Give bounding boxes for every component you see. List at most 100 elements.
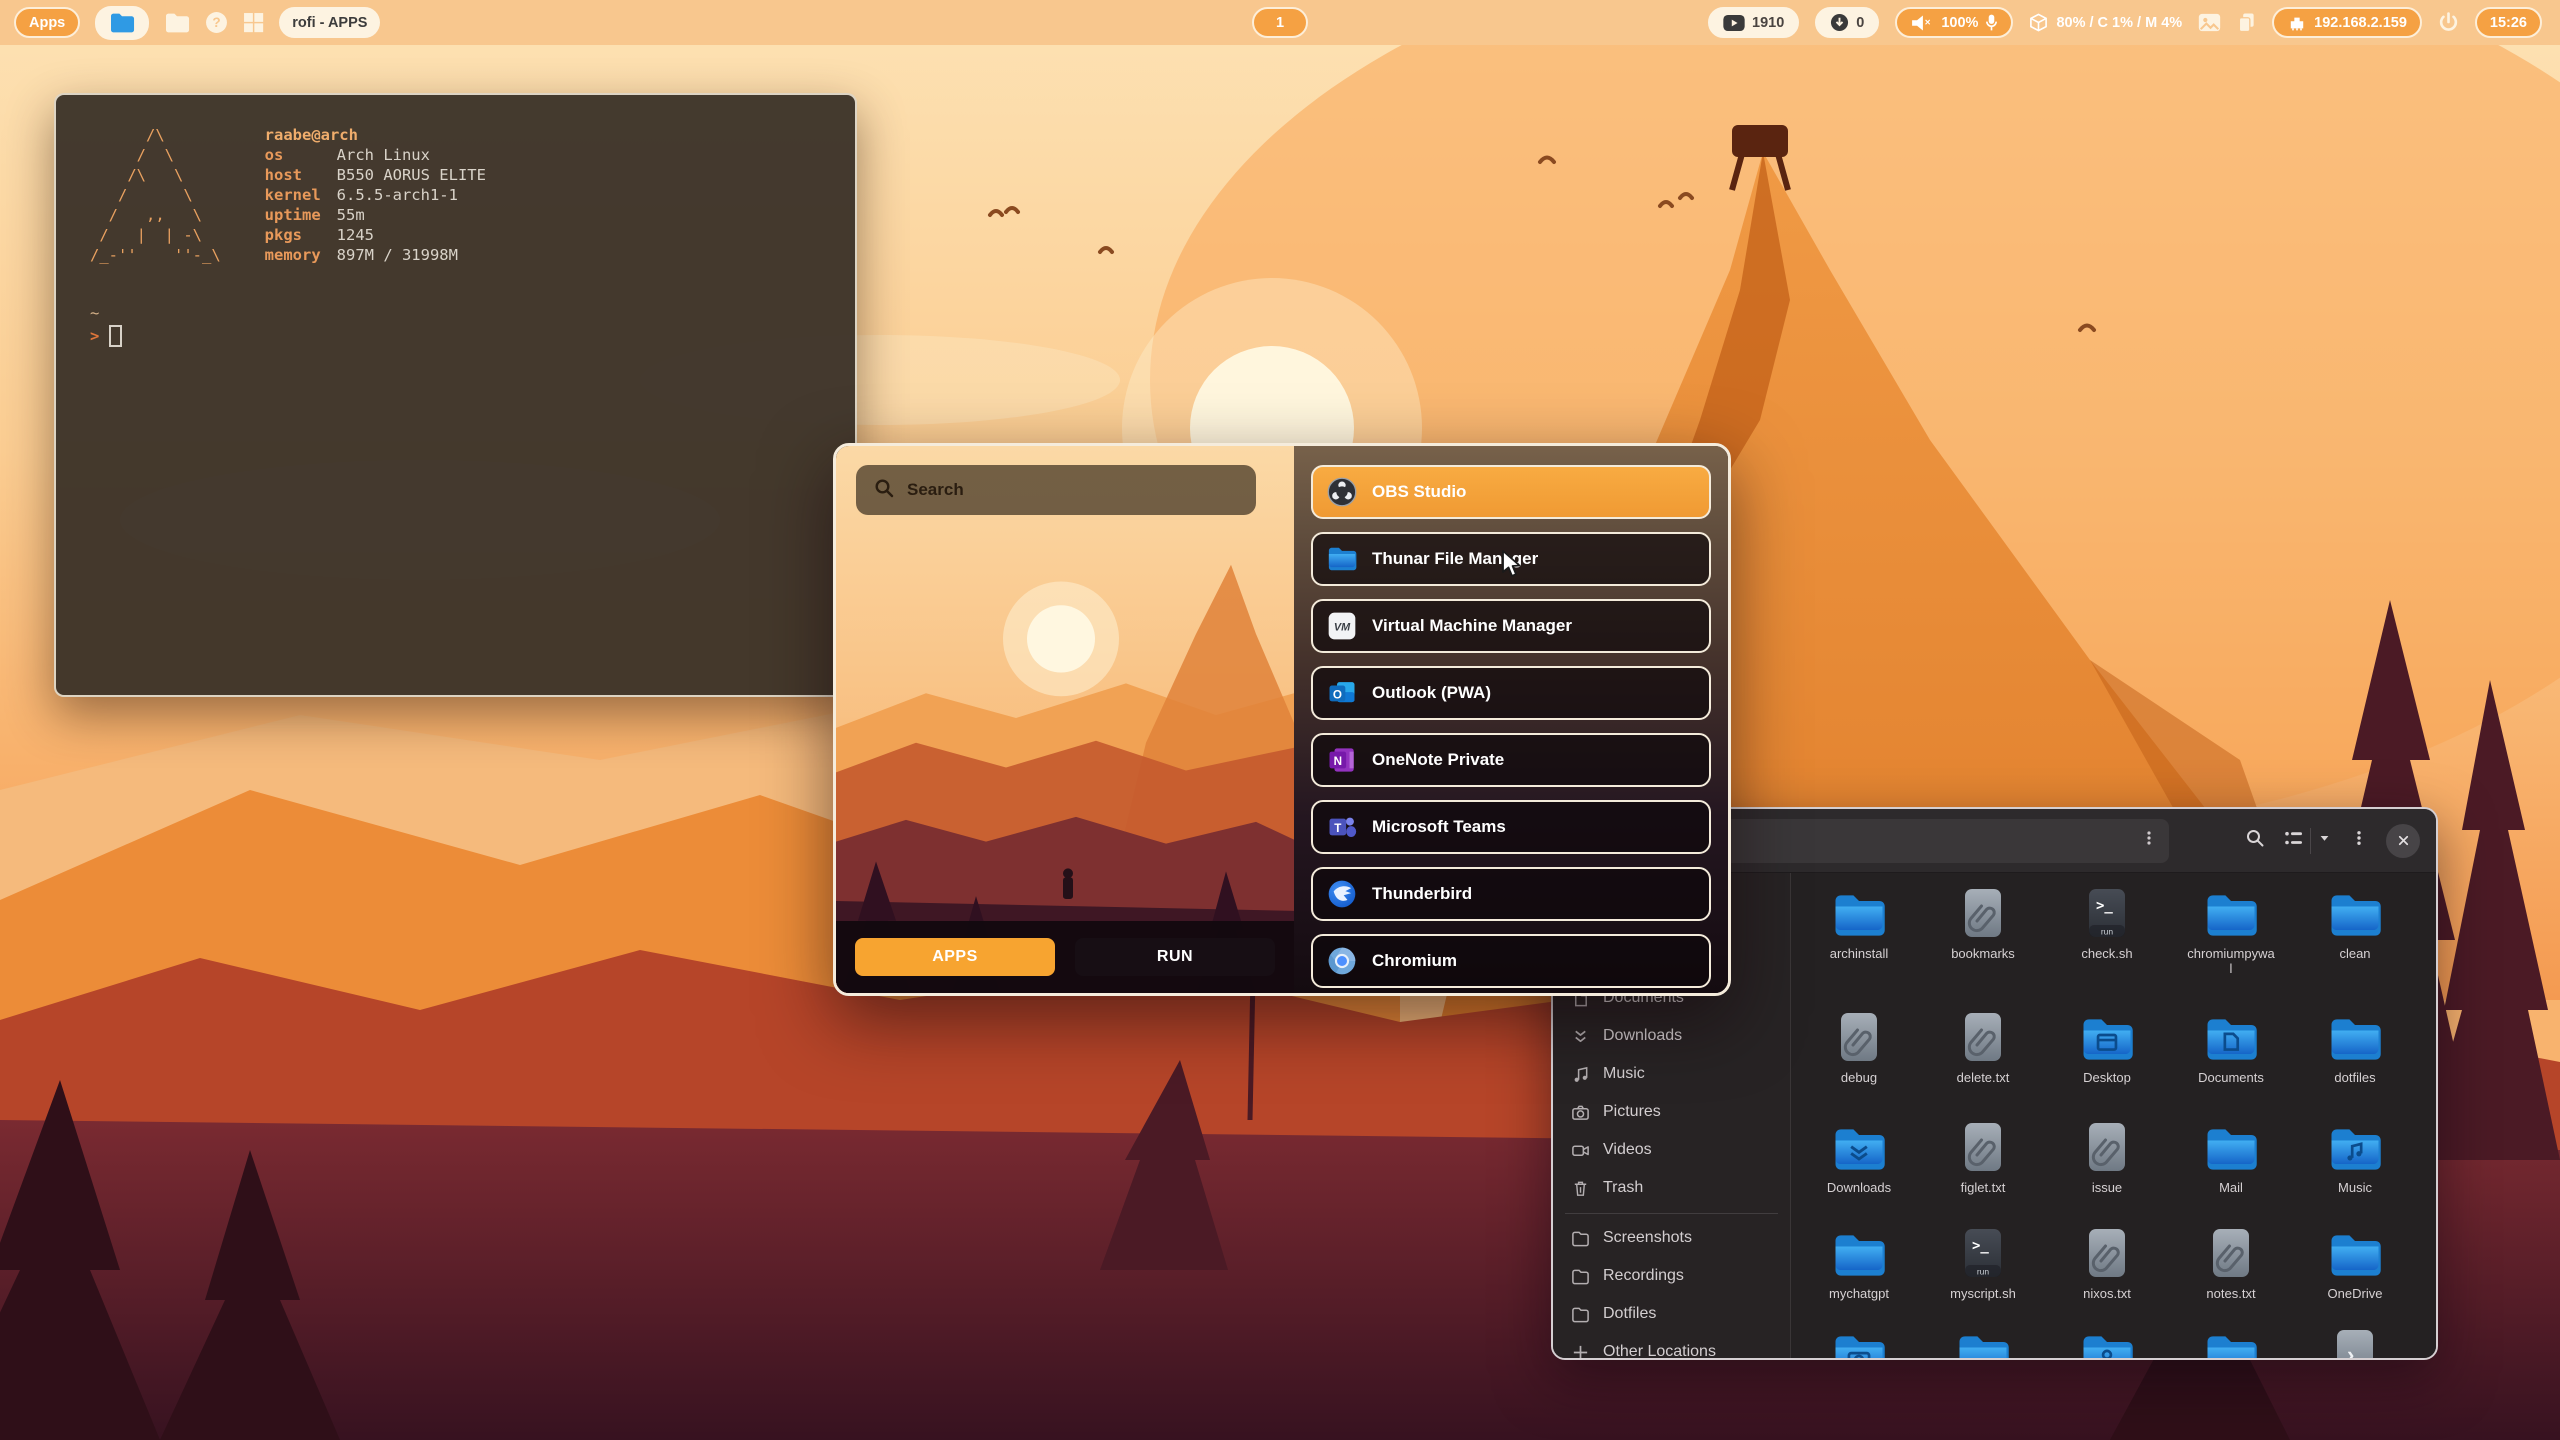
file-item-issue[interactable]: issue xyxy=(2045,1121,2169,1195)
folder-icon xyxy=(2328,887,2382,939)
search-placeholder: Search xyxy=(907,480,964,500)
sidebar-item-trash[interactable]: Trash xyxy=(1553,1169,1790,1207)
terminal-window[interactable]: /\ / \ /\ \ / \ / ,, \ / | | -\ /_-'' ''… xyxy=(54,93,857,697)
updates-widget[interactable]: 0 xyxy=(1815,7,1879,38)
file-item-debug[interactable]: debug xyxy=(1797,1011,1921,1085)
fastfetch-row-host: hostB550 AORUS ELITE xyxy=(265,165,486,185)
textfile-icon xyxy=(1962,1011,2004,1063)
rofi-app-onenote-private[interactable]: NOneNote Private xyxy=(1311,733,1711,787)
file-manager-launcher[interactable] xyxy=(95,6,149,40)
help-icon[interactable]: ? xyxy=(205,11,228,34)
windows-grid-icon[interactable] xyxy=(243,12,264,33)
folder-icon xyxy=(2328,1011,2382,1063)
rofi-app-outlook-pwa[interactable]: OOutlook (PWA) xyxy=(1311,666,1711,720)
rofi-wallpaper-preview xyxy=(836,446,1294,993)
youtube-subs-widget[interactable]: 1910 xyxy=(1708,7,1799,38)
workspace-indicator[interactable]: 1 xyxy=(1252,7,1308,38)
search-icon xyxy=(874,478,894,503)
rofi-tab-run[interactable]: RUN xyxy=(1075,938,1275,976)
file-item-onedrive[interactable]: OneDrive xyxy=(2293,1227,2417,1301)
textfile-icon xyxy=(2086,1227,2128,1279)
file-item-desktop[interactable]: Desktop xyxy=(2045,1011,2169,1085)
sidebar-item-videos[interactable]: Videos xyxy=(1553,1131,1790,1169)
clipboard-icon[interactable] xyxy=(2237,12,2256,33)
sidebar-item-downloads[interactable]: Downloads xyxy=(1553,1017,1790,1055)
fastfetch-row-pkgs: pkgs1245 xyxy=(265,225,486,245)
file-item-mail[interactable]: Mail xyxy=(2169,1121,2293,1195)
sidebar-item-pictures[interactable]: Pictures xyxy=(1553,1093,1790,1131)
file-item-nixos-txt[interactable]: nixos.txt xyxy=(2045,1227,2169,1301)
file-item-notes-txt[interactable]: notes.txt xyxy=(2169,1227,2293,1301)
prompt-char: > xyxy=(90,326,99,346)
sidebar-item-other-locations[interactable]: Other Locations xyxy=(1553,1333,1790,1358)
blue-folder-icon xyxy=(109,12,135,34)
svg-text:run: run xyxy=(1977,1267,1990,1277)
network-widget[interactable]: 192.168.2.159 xyxy=(2272,7,2422,38)
apps-menu-button[interactable]: Apps xyxy=(14,7,80,38)
folder-icon xyxy=(1832,1227,1886,1279)
file-item-partial[interactable]: › xyxy=(2293,1328,2417,1358)
sidebar-item-dotfiles[interactable]: Dotfiles xyxy=(1553,1295,1790,1333)
file-chevron-icon: › xyxy=(2334,1328,2376,1358)
file-item-partial[interactable] xyxy=(1797,1328,1921,1358)
teams-icon: T xyxy=(1327,812,1357,842)
file-item-myscript-sh[interactable]: >_runmyscript.sh xyxy=(1921,1227,2045,1301)
power-icon[interactable] xyxy=(2438,12,2459,33)
file-item-downloads[interactable]: Downloads xyxy=(1797,1121,1921,1195)
file-item-partial[interactable] xyxy=(2045,1328,2169,1358)
file-item-partial[interactable] xyxy=(1921,1328,2045,1358)
volume-level: 100% xyxy=(1941,15,1978,31)
rofi-app-chromium[interactable]: Chromium xyxy=(1311,934,1711,988)
folder-icon xyxy=(2328,1227,2382,1279)
rofi-app-virtual-machine-manager[interactable]: VMVirtual Machine Manager xyxy=(1311,599,1711,653)
clock: 15:26 xyxy=(2490,15,2527,31)
rofi-app-thunderbird[interactable]: Thunderbird xyxy=(1311,867,1711,921)
fastfetch-row-uptime: uptime55m xyxy=(265,205,486,225)
path-menu-icon[interactable] xyxy=(2141,830,2157,851)
file-item-bookmarks[interactable]: bookmarks xyxy=(1921,887,2045,976)
search-icon[interactable] xyxy=(2245,828,2265,853)
list-view-toggle-icon[interactable] xyxy=(2284,830,2304,852)
rofi-search-input[interactable]: Search xyxy=(856,465,1256,515)
folder-icon xyxy=(2204,887,2258,939)
rofi-tab-apps[interactable]: APPS xyxy=(855,938,1055,976)
shell-prompt[interactable]: ~ > xyxy=(90,303,821,347)
file-grid-row: Downloadsfiglet.txtissueMailMusic xyxy=(1797,1121,2417,1195)
close-window-button[interactable] xyxy=(2386,824,2420,858)
updates-icon xyxy=(1830,13,1849,32)
rofi-app-list: OBS StudioThunar File ManagerVMVirtual M… xyxy=(1294,446,1728,993)
svg-text:T: T xyxy=(1334,822,1341,835)
folder-icon[interactable] xyxy=(164,12,190,34)
file-item-clean[interactable]: clean xyxy=(2293,887,2417,976)
file-item-dotfiles[interactable]: dotfiles xyxy=(2293,1011,2417,1085)
file-item-documents[interactable]: Documents xyxy=(2169,1011,2293,1085)
downloads-icon xyxy=(1571,1027,1590,1046)
sidebar-item-screenshots[interactable]: Screenshots xyxy=(1553,1219,1790,1257)
fastfetch-row-kernel: kernel6.5.5-arch1-1 xyxy=(265,185,486,205)
folder-icon xyxy=(1571,1267,1590,1286)
file-item-music[interactable]: Music xyxy=(2293,1121,2417,1195)
folder-person-icon xyxy=(2080,1328,2134,1358)
sidebar-item-music[interactable]: Music xyxy=(1553,1055,1790,1093)
window-menu-icon[interactable] xyxy=(2351,829,2367,852)
svg-text:N: N xyxy=(1334,755,1342,768)
sidebar-item-recordings[interactable]: Recordings xyxy=(1553,1257,1790,1295)
folder-icon xyxy=(1571,1229,1590,1248)
screenshot-icon[interactable] xyxy=(2198,13,2221,32)
file-item-check-sh[interactable]: >_runcheck.sh xyxy=(2045,887,2169,976)
volume-widget[interactable]: × 100% xyxy=(1895,7,2013,38)
file-item-chromiumpywal[interactable]: chromiumpywal xyxy=(2169,887,2293,976)
onenote-icon: N xyxy=(1327,745,1357,775)
file-item-figlet-txt[interactable]: figlet.txt xyxy=(1921,1121,2045,1195)
rofi-app-obs-studio[interactable]: OBS Studio xyxy=(1311,465,1711,519)
cwd: ~ xyxy=(90,303,821,323)
file-item-delete-txt[interactable]: delete.txt xyxy=(1921,1011,2045,1085)
file-item-archinstall[interactable]: archinstall xyxy=(1797,887,1921,976)
view-options-chevron-icon[interactable] xyxy=(2317,831,2332,850)
file-item-mychatgpt[interactable]: mychatgpt xyxy=(1797,1227,1921,1301)
script-icon: >_run xyxy=(1962,1227,2004,1279)
active-window-title: rofi - APPS xyxy=(279,7,380,38)
file-item-partial[interactable] xyxy=(2169,1328,2293,1358)
video-icon xyxy=(1571,1141,1590,1160)
rofi-app-microsoft-teams[interactable]: TMicrosoft Teams xyxy=(1311,800,1711,854)
